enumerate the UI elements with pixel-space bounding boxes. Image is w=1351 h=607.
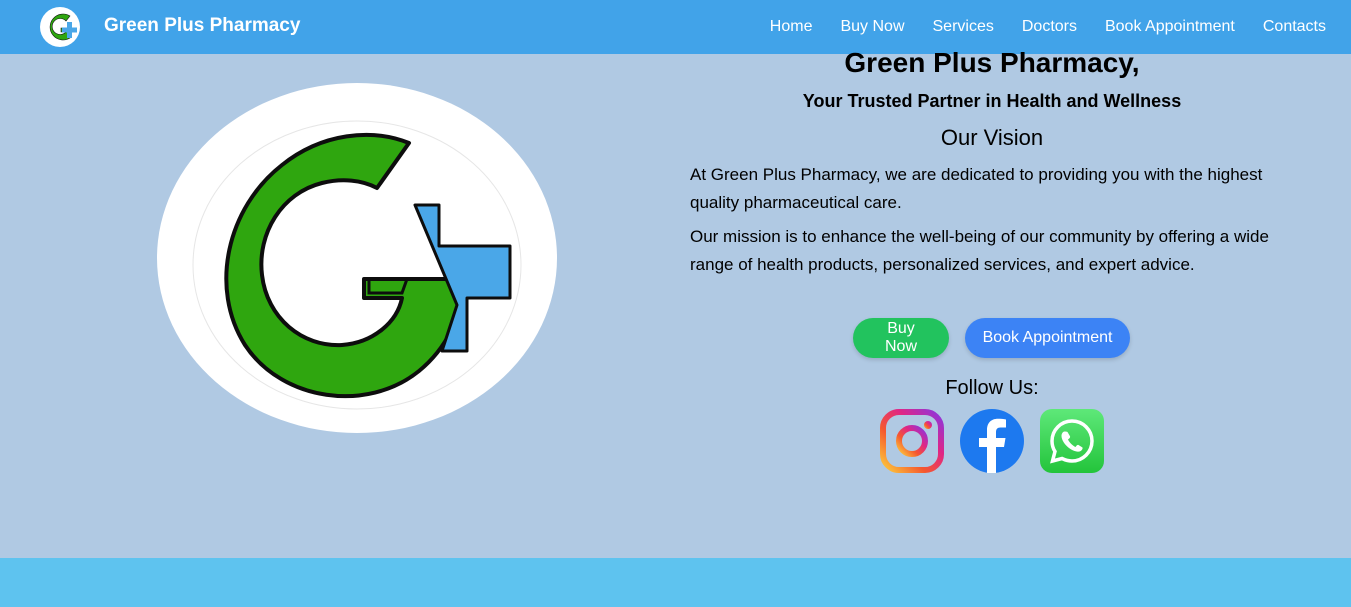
vision-paragraph-2: Our mission is to enhance the well-being… <box>690 227 1269 274</box>
hero-title: Green Plus Pharmacy, <box>844 47 1140 78</box>
nav-services[interactable]: Services <box>933 18 994 36</box>
hero-buttons: Buy Now Book Appointment <box>853 318 1130 358</box>
book-appointment-button[interactable]: Book Appointment <box>965 318 1130 358</box>
nav-doctors[interactable]: Doctors <box>1022 18 1077 36</box>
hero-subtitle: Your Trusted Partner in Health and Welln… <box>802 91 1182 111</box>
buy-now-button[interactable]: Buy Now <box>853 318 949 358</box>
instagram-icon[interactable] <box>880 409 944 473</box>
nav-home[interactable]: Home <box>770 18 813 36</box>
nav-buy-now[interactable]: Buy Now <box>840 18 904 36</box>
hero-content: Green Plus Pharmacy, Your Trusted Partne… <box>690 46 1294 279</box>
vision-heading: Our Vision <box>940 125 1044 150</box>
nav-contacts[interactable]: Contacts <box>1263 18 1326 36</box>
nav-book-appointment[interactable]: Book Appointment <box>1105 18 1235 36</box>
social-links <box>880 409 1104 473</box>
whatsapp-icon[interactable] <box>1040 409 1104 473</box>
facebook-icon[interactable] <box>960 409 1024 473</box>
follow-us-label: Follow Us: <box>945 377 1039 399</box>
footer-band <box>0 558 1351 607</box>
brand-logo[interactable] <box>40 7 80 47</box>
vision-paragraph-1: At Green Plus Pharmacy, we are dedicated… <box>690 165 1263 212</box>
hero-logo <box>157 83 557 433</box>
brand-name[interactable]: Green Plus Pharmacy <box>104 15 300 37</box>
